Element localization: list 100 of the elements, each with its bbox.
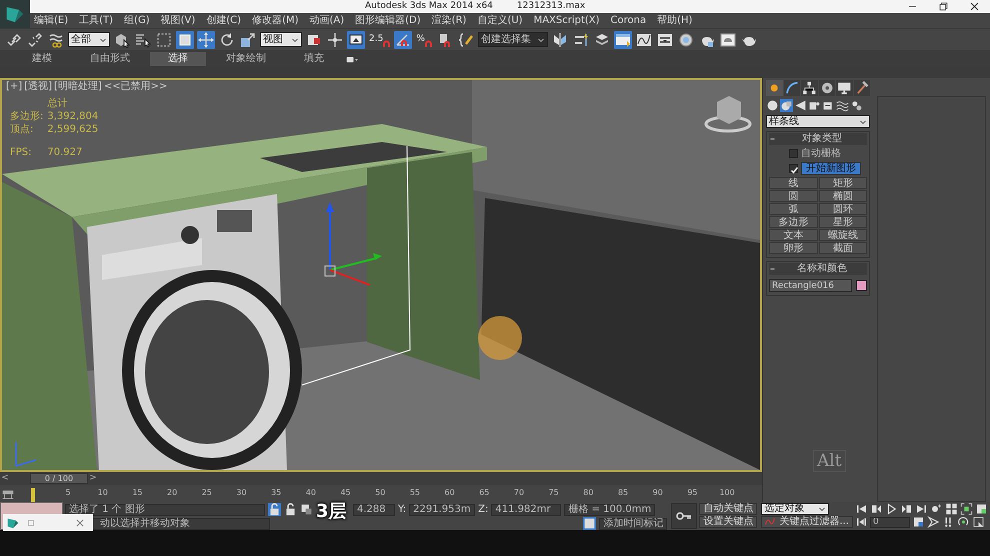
dropdown[interactable]: 视图 xyxy=(260,32,302,47)
light-icon[interactable] xyxy=(794,99,807,112)
previous-frame-button[interactable]: < xyxy=(0,473,10,484)
curve-icon[interactable] xyxy=(784,80,800,96)
brace-pencil-icon[interactable] xyxy=(456,30,475,48)
zoom-icon[interactable] xyxy=(930,503,943,515)
shapes-icon[interactable] xyxy=(780,99,793,112)
set-key-button[interactable] xyxy=(671,503,698,529)
rollout-header[interactable]: 对象类型 xyxy=(769,133,867,145)
zoom-extents-icon[interactable] xyxy=(960,503,973,515)
zoom-all-icon[interactable] xyxy=(945,503,958,515)
app-logo-icon[interactable] xyxy=(6,516,20,530)
dropdown[interactable]: 全部 xyxy=(68,32,110,47)
menu-item[interactable]: Corona xyxy=(610,14,646,26)
key-target-dropdown[interactable]: 选定对象 xyxy=(761,503,830,515)
absolute-mode-icon[interactable] xyxy=(300,503,313,516)
viewport-label[interactable]: [明暗处理] xyxy=(54,81,102,93)
color-swatch[interactable] xyxy=(856,280,867,291)
menu-item[interactable]: 创建(C) xyxy=(206,14,242,26)
shape-button[interactable]: 多边形 xyxy=(769,216,818,228)
name-field[interactable]: Rectangle016 xyxy=(769,279,852,292)
key-mode-icon[interactable] xyxy=(855,516,868,528)
track-bar-icon[interactable] xyxy=(0,488,16,502)
checkbox[interactable] xyxy=(789,149,798,158)
preview-window-dialog[interactable] xyxy=(3,514,93,531)
square-icon[interactable] xyxy=(176,30,194,48)
next-frame-button[interactable]: > xyxy=(88,473,98,484)
wave-icon[interactable] xyxy=(836,99,849,112)
viewport-label[interactable]: <<已禁用>> xyxy=(104,81,168,93)
auto-key-button[interactable]: 自动关键点 xyxy=(699,503,758,515)
angle-magnet-icon[interactable] xyxy=(394,30,412,48)
shape-button[interactable]: 线 xyxy=(769,177,818,189)
last-frame-icon[interactable] xyxy=(915,503,928,515)
frame-field[interactable]: 0 xyxy=(870,516,910,528)
shape-button[interactable]: 弧 xyxy=(769,203,818,215)
shape-button[interactable]: 螺旋线 xyxy=(818,229,867,241)
x-coordinate-field[interactable]: 4.288 xyxy=(353,504,395,516)
ribbon-tab[interactable]: 选择 xyxy=(150,52,206,66)
viewport-label[interactable]: [+] xyxy=(6,81,22,93)
first-frame-icon[interactable] xyxy=(855,503,868,515)
snap-toggle[interactable]: 2.5 xyxy=(368,30,392,48)
key-filters-button[interactable]: 关键点过滤器... xyxy=(761,516,853,528)
ribbon-tab[interactable]: 填充 xyxy=(286,52,342,66)
menu-item[interactable]: 渲染(R) xyxy=(432,14,466,26)
close-icon[interactable] xyxy=(969,1,980,12)
shape-button[interactable]: 星形 xyxy=(818,216,867,228)
selection-lock-icon[interactable] xyxy=(268,503,281,516)
broken-chain-icon[interactable] xyxy=(26,30,44,48)
monitor-icon[interactable] xyxy=(347,30,365,48)
shape-button[interactable]: 文本 xyxy=(769,229,818,241)
z-coordinate-field[interactable]: 411.982mr xyxy=(491,504,562,516)
menu-item[interactable]: 编辑(E) xyxy=(34,14,68,26)
shape-button[interactable]: 椭圆 xyxy=(818,190,867,202)
material-sphere-icon[interactable] xyxy=(676,30,695,48)
app-logo-icon[interactable] xyxy=(0,0,30,28)
viewport-label[interactable]: [透视] xyxy=(24,81,52,93)
time-config-icon[interactable] xyxy=(912,516,925,528)
y-coordinate-field[interactable]: 2291.953m xyxy=(409,504,476,516)
teapot-frame-icon[interactable] xyxy=(718,30,737,48)
menu-item[interactable]: MAXScript(X) xyxy=(534,14,600,26)
rollout-header[interactable]: 名称和颜色 xyxy=(769,263,867,275)
viewport[interactable]: [+] [透视] [明暗处理] <<已禁用>> 总计 多边形: 3,392,804 顶点: 2,599,625 FPS: 70.927 xyxy=(0,78,762,472)
play-icon[interactable] xyxy=(885,503,898,515)
ribbon-tab[interactable]: 自由形式 xyxy=(72,52,148,66)
add-time-tag[interactable]: 添加时间标记 xyxy=(599,518,668,530)
gears-icon[interactable] xyxy=(850,99,863,112)
menu-item[interactable]: 工具(T) xyxy=(79,14,114,26)
menu-item[interactable]: 修改器(M) xyxy=(252,14,298,26)
window-icon[interactable] xyxy=(614,30,632,48)
move-arrows-icon[interactable] xyxy=(197,30,215,48)
restore-icon[interactable] xyxy=(938,1,949,12)
menu-item[interactable]: 视图(V) xyxy=(160,14,196,26)
ribbon-tab[interactable]: 对象绘制 xyxy=(208,52,284,66)
dropdown[interactable]: 创建选择集 xyxy=(478,32,548,47)
category-dropdown[interactable]: 样条线 xyxy=(766,115,870,128)
next-key-icon[interactable] xyxy=(900,503,913,515)
menu-item[interactable]: 动画(A) xyxy=(310,14,344,26)
frame-marker-icon[interactable] xyxy=(31,488,36,502)
ribbon-tab[interactable]: 建模 xyxy=(14,52,70,66)
shape-button[interactable]: 圆环 xyxy=(818,203,867,215)
shape-button[interactable]: 卵形 xyxy=(769,242,818,254)
hierarchy-icon[interactable] xyxy=(801,80,818,96)
snap-toggle[interactable]: % xyxy=(415,30,433,48)
max-toggle-icon[interactable] xyxy=(972,516,985,528)
shape-button[interactable]: 矩形 xyxy=(818,177,867,189)
disc-icon[interactable] xyxy=(818,80,835,96)
lock-icon[interactable] xyxy=(284,503,297,516)
time-tag-icon[interactable] xyxy=(583,517,596,530)
shape-button[interactable]: 圆 xyxy=(769,190,818,202)
monitor-icon[interactable] xyxy=(836,80,852,96)
menu-item[interactable]: 组(G) xyxy=(124,14,150,26)
crosshair-icon[interactable] xyxy=(326,30,344,48)
orbit-icon[interactable] xyxy=(957,516,970,528)
menu-item[interactable]: 帮助(H) xyxy=(657,14,692,26)
pan-icon[interactable] xyxy=(927,516,940,528)
menu-item[interactable]: 自定义(U) xyxy=(477,14,523,26)
maximize-viewport-icon[interactable] xyxy=(975,503,988,515)
start-new-shape-button[interactable]: 开始新图形 xyxy=(801,162,861,175)
time-slider-thumb[interactable]: 0 / 100 xyxy=(30,473,88,484)
viewcube-icon[interactable] xyxy=(704,96,752,132)
